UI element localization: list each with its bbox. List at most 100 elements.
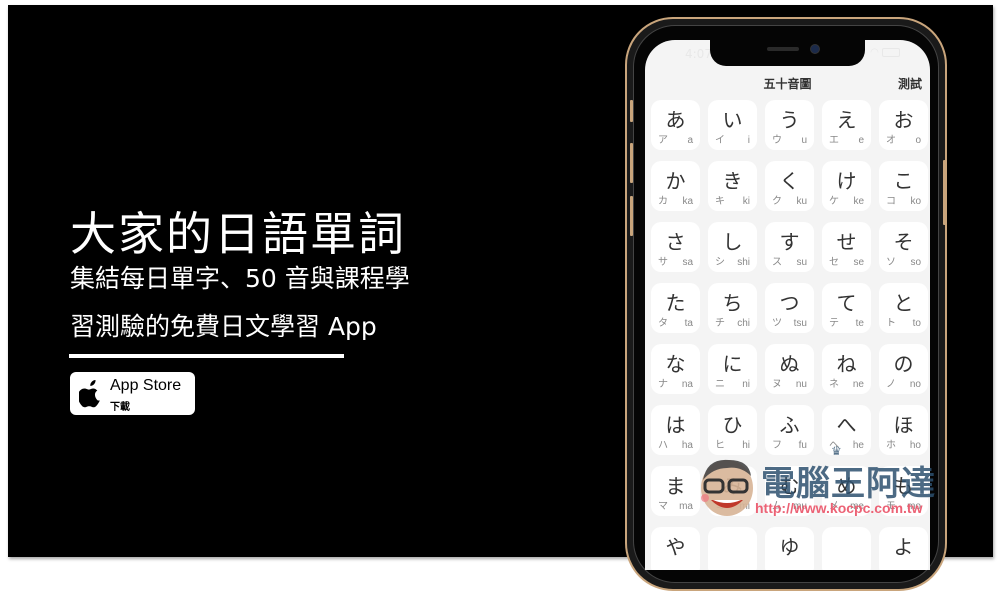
hiragana-label: か [665, 169, 686, 193]
kana-cell[interactable] [708, 527, 757, 570]
hiragana-label: み [722, 474, 743, 498]
kana-cell[interactable]: のノ no [879, 344, 928, 394]
hiragana-label: さ [665, 230, 686, 254]
romaji-label: ha [681, 440, 693, 451]
phone-volume-down-button [630, 196, 633, 236]
kana-cell[interactable]: そソ so [879, 222, 928, 272]
kana-cell[interactable]: や [651, 527, 700, 570]
romaji-label: tsu [793, 318, 807, 329]
romaji-label: ke [853, 196, 864, 207]
romaji-label: a [687, 135, 693, 146]
romaji-label: ne [852, 379, 864, 390]
kana-cell[interactable]: てテ te [822, 283, 871, 333]
kana-cell[interactable]: ふフ fu [765, 405, 814, 455]
kana-grid: あア a いイ i うウ u えエ e おオ o かカ ka きキ ki くク ku けケ ke こコ ko さサ sa し… [651, 100, 928, 570]
kana-cell[interactable]: とト to [879, 283, 928, 333]
hiragana-label: ぬ [779, 352, 800, 376]
kana-cell[interactable]: かカ ka [651, 161, 700, 211]
download-label: 下載 [110, 402, 130, 413]
phone-power-button [943, 160, 946, 225]
wifi-icon: ◠ [870, 47, 879, 58]
kana-cell[interactable]: こコ ko [879, 161, 928, 211]
kana-cell[interactable]: よ [879, 527, 928, 570]
app-store-download-button[interactable]: App Store 下載 [70, 372, 195, 415]
kana-cell[interactable]: うウ u [765, 100, 814, 150]
kana-cell[interactable]: もモ mo [879, 466, 928, 516]
romaji-label: ko [910, 196, 921, 207]
hiragana-label: ふ [779, 413, 800, 437]
hiragana-label: む [779, 474, 800, 498]
katakana-label: ミ [715, 501, 725, 512]
kana-cell[interactable]: いイ i [708, 100, 757, 150]
romaji-label: e [858, 135, 864, 146]
romaji-label: u [801, 135, 807, 146]
kana-cell[interactable]: たタ ta [651, 283, 700, 333]
romaji-label: ki [742, 196, 750, 207]
hiragana-label: し [722, 230, 743, 254]
kana-cell[interactable]: はハ ha [651, 405, 700, 455]
kana-cell[interactable]: ぬヌ nu [765, 344, 814, 394]
hiragana-label: は [665, 413, 686, 437]
kana-cell[interactable]: ねネ ne [822, 344, 871, 394]
kana-cell[interactable]: せセ se [822, 222, 871, 272]
hiragana-label: き [722, 169, 743, 193]
phone-volume-up-button [630, 143, 633, 183]
kana-cell[interactable]: なナ na [651, 344, 700, 394]
katakana-label: ソ [886, 257, 896, 268]
romaji-label: ni [742, 379, 750, 390]
kana-cell[interactable]: にニ ni [708, 344, 757, 394]
kana-cell[interactable]: むム mu [765, 466, 814, 516]
status-icons: ◠ [870, 47, 900, 58]
katakana-label: ノ [886, 379, 896, 390]
front-camera [810, 44, 820, 54]
kana-cell[interactable]: あア a [651, 100, 700, 150]
romaji-label: te [855, 318, 864, 329]
divider [69, 354, 344, 358]
kana-cell[interactable] [822, 527, 871, 570]
kana-cell[interactable]: すス su [765, 222, 814, 272]
katakana-label: ア [658, 135, 668, 146]
kana-cell[interactable]: つツ tsu [765, 283, 814, 333]
test-button[interactable]: 測試 [898, 75, 922, 92]
hiragana-label: せ [836, 230, 857, 254]
romaji-label: mi [739, 501, 750, 512]
app-store-label: App Store [110, 377, 182, 394]
romaji-label: ka [682, 196, 693, 207]
kana-cell[interactable]: ひヒ hi [708, 405, 757, 455]
kana-cell[interactable]: えエ e [822, 100, 871, 150]
kana-cell[interactable]: へヘ he [822, 405, 871, 455]
kana-cell[interactable]: しシ shi [708, 222, 757, 272]
kana-cell[interactable]: ゆ [765, 527, 814, 570]
hiragana-label: お [893, 108, 914, 132]
kana-cell[interactable]: まマ ma [651, 466, 700, 516]
romaji-label: no [909, 379, 921, 390]
katakana-label: ム [772, 501, 782, 512]
phone-mute-switch [630, 100, 633, 122]
kana-cell[interactable]: ほホ ho [879, 405, 928, 455]
romaji-label: to [912, 318, 921, 329]
hiragana-label: け [836, 169, 857, 193]
romaji-label: ku [796, 196, 807, 207]
app-subtitle-line-2: 習測驗的免費日文學習 App [70, 312, 377, 341]
katakana-label: ネ [829, 379, 839, 390]
kana-cell[interactable]: けケ ke [822, 161, 871, 211]
kana-cell[interactable]: きキ ki [708, 161, 757, 211]
kana-cell[interactable]: おオ o [879, 100, 928, 150]
kana-cell[interactable]: さサ sa [651, 222, 700, 272]
apple-logo-icon [79, 380, 100, 408]
katakana-label: メ [829, 501, 839, 512]
kana-cell[interactable]: みミ mi [708, 466, 757, 516]
katakana-label: キ [715, 196, 725, 207]
hiragana-label: な [665, 352, 686, 376]
katakana-label: オ [886, 135, 896, 146]
romaji-label: ta [684, 318, 693, 329]
romaji-label: he [852, 440, 864, 451]
kana-cell[interactable]: めメ me [822, 466, 871, 516]
speaker-grille [767, 47, 799, 51]
romaji-label: shi [737, 257, 750, 268]
katakana-label: モ [886, 501, 896, 512]
katakana-label: イ [715, 135, 725, 146]
romaji-label: me [850, 501, 864, 512]
kana-cell[interactable]: くク ku [765, 161, 814, 211]
kana-cell[interactable]: ちチ chi [708, 283, 757, 333]
